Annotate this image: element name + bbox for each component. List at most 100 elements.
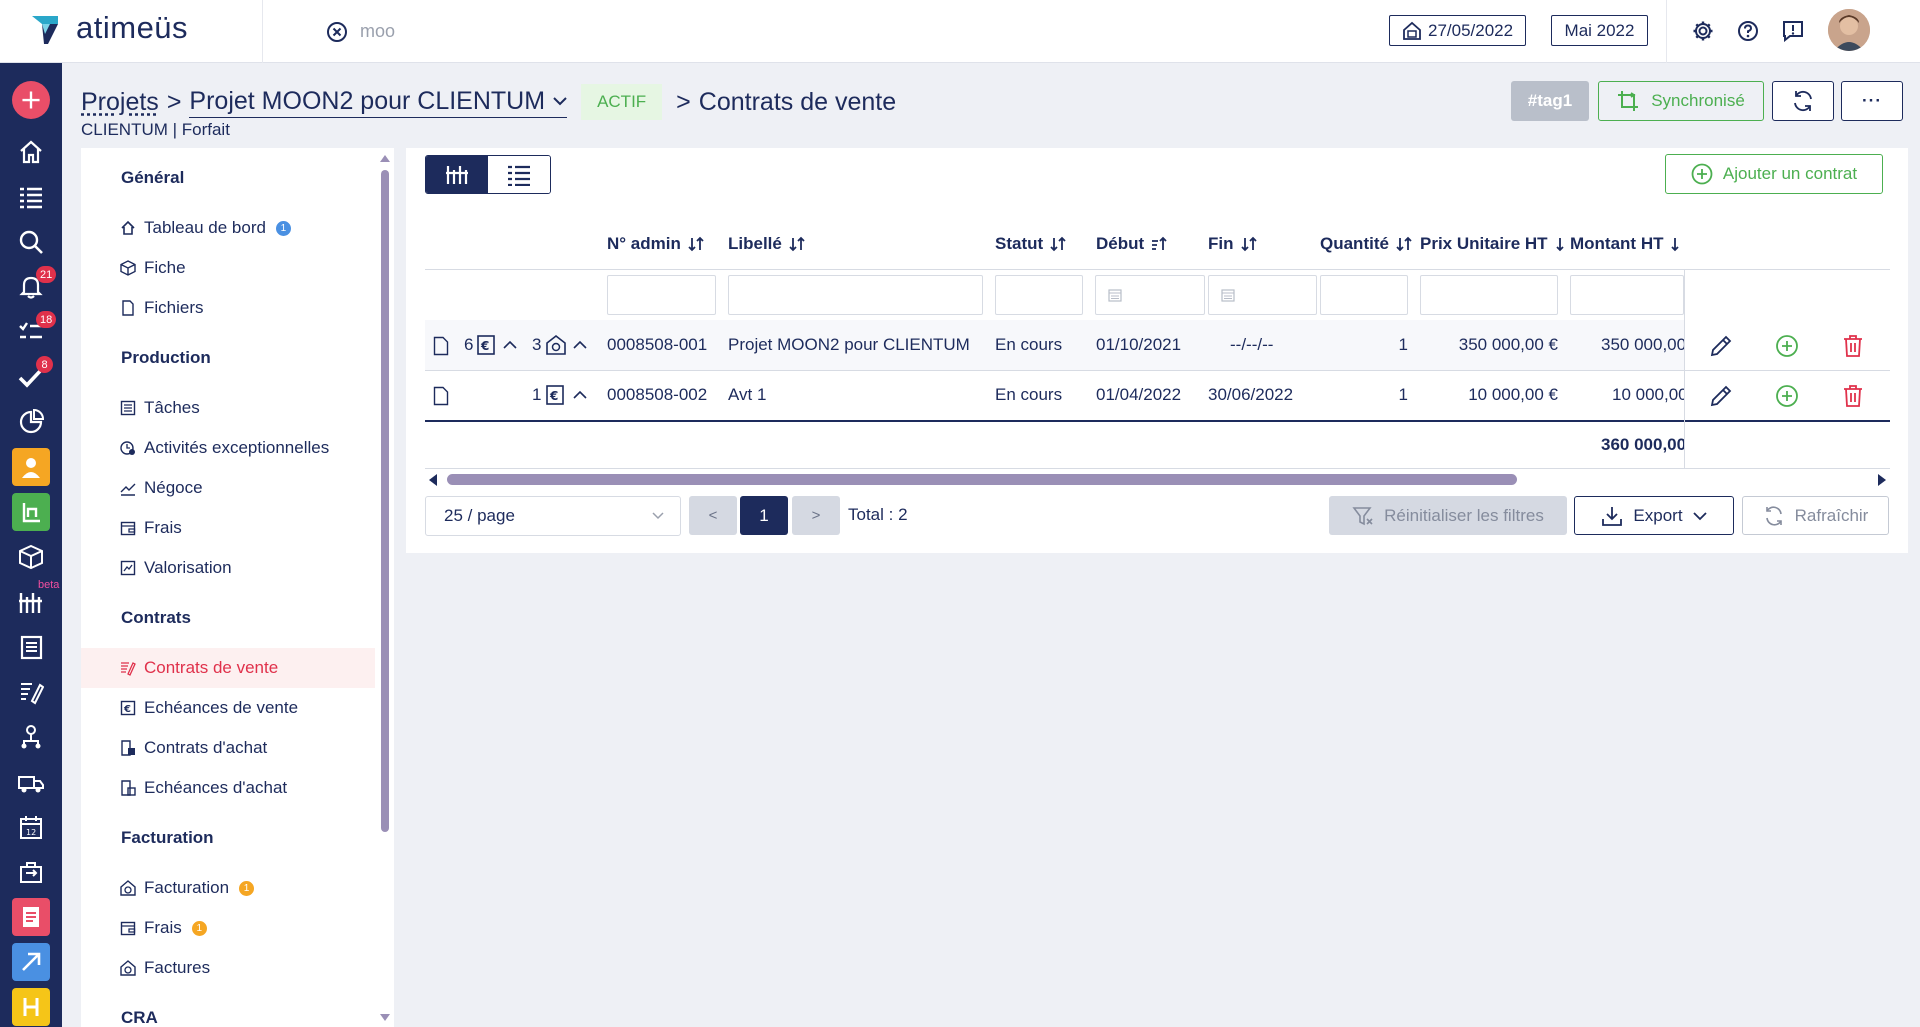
project-selector[interactable]: Projet MOON2 pour CLIENTUM (189, 87, 568, 118)
refresh-button[interactable] (1772, 81, 1834, 121)
notifications-bell-icon[interactable]: 21 (12, 266, 57, 306)
add-contract-button[interactable]: Ajouter un contrat (1665, 154, 1883, 194)
planning-beta-icon[interactable]: beta (12, 579, 59, 621)
nav-item-facturation[interactable]: Facturation 1 (81, 868, 375, 908)
column-header-quantite[interactable]: Quantité (1320, 234, 1413, 254)
nav-item-echeances-achat[interactable]: Echéances d'achat (81, 768, 375, 808)
logo[interactable]: atimeüs (28, 10, 188, 46)
contracts-signature-icon[interactable] (12, 673, 50, 711)
filter-admin-input[interactable] (607, 275, 716, 315)
nav-item-fichiers[interactable]: Fichiers (81, 288, 375, 328)
tasks-checklist-icon[interactable]: 18 (12, 311, 57, 351)
nav-item-activites-exceptionnelles[interactable]: Activités exceptionnelles (81, 428, 375, 468)
filter-quantite-input[interactable] (1320, 275, 1408, 315)
projects-icon[interactable] (12, 493, 50, 531)
nav-item-taches[interactable]: Tâches (81, 388, 375, 428)
column-header-montant[interactable]: Montant HT (1570, 234, 1681, 254)
nav-item-negoce[interactable]: Négoce (81, 468, 375, 508)
current-month-box[interactable]: Mai 2022 (1551, 15, 1648, 46)
delete-trash-icon[interactable] (1841, 334, 1865, 358)
settings-gear-icon[interactable] (1692, 20, 1714, 42)
nav-item-contrats-de-vente[interactable]: Contrats de vente (81, 648, 375, 688)
search-icon[interactable] (12, 223, 50, 261)
filter-prix-input[interactable] (1420, 275, 1558, 315)
add-circle-icon[interactable] (1775, 334, 1799, 358)
column-header-fin[interactable]: Fin (1208, 234, 1258, 254)
euro-schedule-icon[interactable]: € (476, 334, 498, 356)
chevron-up-icon[interactable] (503, 340, 517, 350)
chevron-up-icon[interactable] (573, 340, 587, 350)
column-header-prix-unitaire[interactable]: Prix Unitaire HT (1420, 234, 1566, 254)
edit-pencil-icon[interactable] (1709, 334, 1733, 358)
app-arrow-icon[interactable] (12, 943, 50, 981)
invoice-doc-icon[interactable] (12, 898, 50, 936)
column-header-admin[interactable]: N° admin (607, 234, 705, 254)
view-list-button[interactable] (488, 156, 550, 193)
nav-item-fiche[interactable]: Fiche (81, 248, 375, 288)
team-org-icon[interactable] (12, 718, 50, 756)
scroll-right-icon[interactable] (1876, 473, 1888, 487)
list-icon[interactable] (12, 178, 50, 216)
filter-libelle-input[interactable] (728, 275, 983, 315)
scroll-up-icon[interactable] (378, 152, 392, 164)
column-header-debut[interactable]: Début (1096, 234, 1168, 254)
billing-house-icon[interactable] (545, 334, 567, 356)
nav-item-valorisation[interactable]: Valorisation (81, 548, 375, 588)
analytics-chart-icon[interactable] (12, 403, 50, 441)
more-options-button[interactable]: ··· (1841, 81, 1903, 121)
edit-pencil-icon[interactable] (1709, 384, 1733, 408)
filter-statut-input[interactable] (995, 275, 1083, 315)
app-h-icon[interactable] (12, 988, 50, 1026)
tag-chip[interactable]: #tag1 (1511, 81, 1589, 121)
prev-page-button[interactable]: < (689, 496, 737, 535)
sync-button[interactable]: Synchronisé (1598, 81, 1764, 121)
sort-icon (1050, 236, 1066, 252)
calendar-12-icon[interactable]: 12 (12, 808, 50, 846)
search-input[interactable] (360, 16, 680, 46)
view-columns-button[interactable] (426, 156, 488, 193)
validations-check-icon[interactable]: 8 (12, 356, 53, 396)
chevron-up-icon[interactable] (573, 390, 587, 400)
sidenav-scroll-thumb[interactable] (381, 170, 389, 832)
nav-item-frais-facturation[interactable]: Frais 1 (81, 908, 375, 948)
cell-prix: 350 000,00 € (1458, 335, 1558, 354)
nav-item-factures[interactable]: Factures (81, 948, 375, 988)
reset-filters-button[interactable]: Réinitialiser les filtres (1329, 496, 1567, 535)
transfer-briefcase-icon[interactable] (12, 853, 50, 891)
next-page-button[interactable]: > (792, 496, 840, 535)
refresh-table-button[interactable]: Rafraîchir (1742, 496, 1889, 535)
nav-item-echeances-de-vente[interactable]: € Echéances de vente (81, 688, 375, 728)
table-scroll-thumb[interactable] (447, 474, 1517, 485)
delete-trash-icon[interactable] (1841, 384, 1865, 408)
nav-item-frais[interactable]: Frais (81, 508, 375, 548)
scroll-left-icon[interactable] (427, 473, 439, 487)
export-button[interactable]: Export (1574, 496, 1734, 535)
scroll-down-icon[interactable] (378, 1012, 392, 1024)
current-page-button[interactable]: 1 (740, 496, 788, 535)
contacts-person-icon[interactable] (12, 448, 50, 486)
nav-item-contrats-achat[interactable]: Contrats d'achat (81, 728, 375, 768)
cell-libelle: Projet MOON2 pour CLIENTUM (728, 335, 970, 354)
current-date-box[interactable]: 27/05/2022 (1389, 15, 1527, 46)
breadcrumb-projects-link[interactable]: Projets (81, 88, 159, 117)
column-header-libelle[interactable]: Libellé (728, 234, 806, 254)
create-plus-icon[interactable] (12, 81, 50, 119)
document-icon[interactable] (433, 336, 449, 356)
delivery-truck-icon[interactable] (12, 763, 50, 801)
help-icon[interactable] (1737, 20, 1759, 42)
filter-montant-input[interactable] (1570, 275, 1684, 315)
nav-item-tableau-de-bord[interactable]: Tableau de bord 1 (81, 208, 375, 248)
filter-fin-date[interactable] (1208, 275, 1317, 315)
column-header-statut[interactable]: Statut (995, 234, 1067, 254)
page-size-select[interactable]: 25 / page (425, 496, 681, 536)
document-icon[interactable] (433, 386, 449, 406)
euro-schedule-icon[interactable]: € (545, 384, 567, 406)
products-box-icon[interactable] (12, 538, 50, 576)
add-circle-icon[interactable] (1775, 384, 1799, 408)
home-icon[interactable] (12, 133, 50, 171)
documents-icon[interactable] (12, 628, 50, 666)
feedback-icon[interactable] (1782, 20, 1804, 42)
user-avatar[interactable] (1828, 9, 1870, 51)
filter-debut-date[interactable] (1095, 275, 1205, 315)
clear-search-icon[interactable] (326, 21, 348, 43)
